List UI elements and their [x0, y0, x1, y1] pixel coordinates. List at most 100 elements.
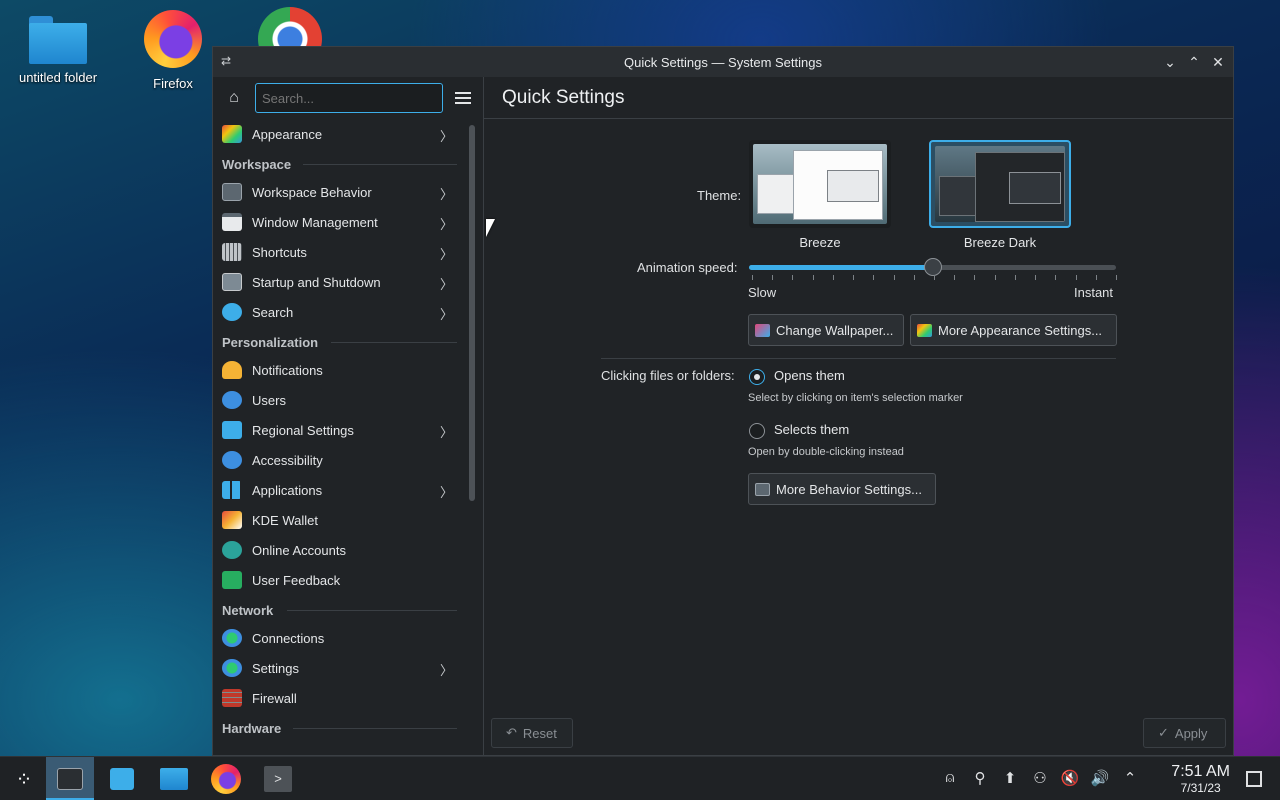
slider-tick: [1055, 275, 1057, 280]
more-appearance-settings-button[interactable]: More Appearance Settings...: [910, 314, 1117, 346]
animation-speed-slider[interactable]: [749, 258, 1116, 276]
volume-icon[interactable]: 🔊: [1090, 769, 1110, 787]
taskbar-discover[interactable]: [98, 757, 146, 800]
slider-tick: [792, 275, 794, 280]
sidebar-item-label: Users: [252, 392, 286, 408]
chevron-up-icon[interactable]: ⌃: [1120, 769, 1140, 787]
theme-breeze[interactable]: [749, 140, 891, 228]
system-settings-window: ⇄ Quick Settings — System Settings ⌄ ⌃ ✕…: [212, 46, 1234, 756]
workspace-behavior-icon: [755, 482, 770, 496]
slider-tick: [1095, 275, 1097, 280]
category-hardware: Hardware: [213, 713, 465, 741]
desktop-icon-label: Firefox: [153, 76, 193, 91]
taskbar-konsole[interactable]: >: [254, 757, 302, 800]
accounts-icon[interactable]: ⚇: [1030, 769, 1050, 787]
close-button[interactable]: ✕: [1209, 52, 1227, 72]
sidebar-item-search[interactable]: Search 〉: [213, 297, 465, 327]
chevron-right-icon: 〉: [439, 485, 453, 500]
slider-ticks: [752, 275, 1117, 281]
reset-button[interactable]: ↶ Reset: [491, 718, 573, 748]
sidebar-item-shortcuts[interactable]: Shortcuts 〉: [213, 237, 465, 267]
sidebar-item-label: Notifications: [252, 362, 323, 378]
sidebar-item-firewall[interactable]: Firewall: [213, 683, 465, 713]
mic-muted-icon[interactable]: 🔇: [1060, 769, 1080, 787]
slider-min-label: Slow: [748, 285, 777, 300]
chevron-right-icon: 〉: [439, 425, 453, 440]
button-label: More Appearance Settings...: [938, 322, 1103, 338]
sidebar-item-kde-wallet[interactable]: KDE Wallet: [213, 505, 465, 535]
window-management-icon: [222, 213, 242, 231]
globe-icon: [222, 629, 242, 647]
slider-tick: [954, 275, 956, 280]
chevron-right-icon: 〉: [439, 217, 453, 232]
taskbar-dolphin[interactable]: [150, 757, 198, 800]
taskbar-firefox[interactable]: [202, 757, 250, 800]
theme-label: Theme:: [697, 188, 742, 203]
chevron-right-icon: 〉: [439, 307, 453, 322]
folder-icon: [29, 14, 87, 64]
slider-tick: [812, 275, 814, 280]
show-desktop-button[interactable]: [1246, 771, 1262, 787]
clicking-files-label: Clicking files or folders:: [601, 368, 735, 383]
breeze-preview-image: [753, 144, 887, 224]
sidebar-item-workspace-behavior[interactable]: Workspace Behavior 〉: [213, 177, 465, 207]
opens-them-label[interactable]: Opens them: [774, 368, 845, 383]
sidebar-item-label: Search: [252, 304, 294, 320]
button-label: Apply: [1174, 725, 1208, 741]
system-tray: ⍝ ⚲ ⬆ ⚇ 🔇 🔊 ⌃: [940, 769, 1140, 787]
selects-them-description: Open by double-clicking instead: [748, 446, 904, 458]
sidebar-item-online-accounts[interactable]: Online Accounts: [213, 535, 465, 565]
application-launcher-button[interactable]: ⁘: [0, 757, 48, 800]
clock-date: 7/31/23: [1180, 781, 1221, 795]
sidebar-item-label: Online Accounts: [252, 542, 346, 558]
selects-them-radio[interactable]: [749, 423, 765, 439]
search-input[interactable]: [255, 83, 443, 113]
firefox-icon: [144, 10, 202, 68]
main-panel: Quick Settings Theme: Breeze Breeze Dark…: [484, 77, 1233, 755]
selects-them-label[interactable]: Selects them: [774, 422, 849, 437]
apply-button[interactable]: ✓ Apply: [1143, 718, 1226, 748]
connect-icon[interactable]: ⚲: [970, 769, 990, 787]
sidebar-item-regional-settings[interactable]: Regional Settings 〉: [213, 415, 465, 445]
sidebar-scrollbar[interactable]: [469, 125, 475, 501]
keyboard-icon: [222, 243, 242, 261]
folder-icon: [160, 768, 188, 790]
digital-clock[interactable]: 7:51 AM 7/31/23: [1171, 763, 1230, 795]
sidebar-item-accessibility[interactable]: Accessibility: [213, 445, 465, 475]
taskbar-system-settings[interactable]: [46, 757, 94, 800]
sidebar-item-connections[interactable]: Connections: [213, 623, 465, 653]
wallet-icon: [222, 511, 242, 529]
update-icon[interactable]: ⬆: [1000, 769, 1020, 787]
theme-breeze-dark-label: Breeze Dark: [963, 235, 1037, 250]
taskbar: ⁘ > ⍝ ⚲ ⬆ ⚇ 🔇 🔊 ⌃ 7:51 AM 7/31/23: [0, 756, 1280, 800]
chevron-right-icon: 〉: [439, 247, 453, 262]
sidebar-item-applications[interactable]: Applications 〉: [213, 475, 465, 505]
opens-them-radio[interactable]: [749, 369, 765, 385]
system-settings-icon: [57, 768, 83, 790]
terminal-icon: >: [264, 766, 292, 792]
sidebar-list: Appearance 〉 Workspace Workspace Behavio…: [213, 119, 465, 741]
sidebar-item-appearance[interactable]: Appearance 〉: [213, 119, 465, 149]
desktop-icon-untitled-folder[interactable]: untitled folder: [3, 14, 113, 85]
appearance-icon: [222, 125, 242, 143]
mouse-cursor: [486, 219, 495, 237]
sidebar: ⌂ Appearance 〉 Workspace Workspace Behav…: [213, 77, 484, 755]
change-wallpaper-button[interactable]: Change Wallpaper...: [748, 314, 904, 346]
sidebar-item-network-settings[interactable]: Settings 〉: [213, 653, 465, 683]
minimize-button[interactable]: ⌄: [1161, 52, 1179, 72]
sidebar-item-user-feedback[interactable]: User Feedback: [213, 565, 465, 595]
sidebar-item-notifications[interactable]: Notifications: [213, 355, 465, 385]
sidebar-item-startup-shutdown[interactable]: Startup and Shutdown 〉: [213, 267, 465, 297]
reset-icon: ↶: [506, 725, 517, 740]
sidebar-item-users[interactable]: Users: [213, 385, 465, 415]
title-bar[interactable]: ⇄ Quick Settings — System Settings ⌄ ⌃ ✕: [213, 47, 1233, 77]
more-behavior-settings-button[interactable]: More Behavior Settings...: [748, 473, 936, 505]
theme-breeze-dark[interactable]: [929, 140, 1071, 228]
home-icon[interactable]: ⌂: [223, 87, 245, 109]
maximize-button[interactable]: ⌃: [1185, 52, 1203, 72]
user-icon[interactable]: ⍝: [940, 769, 960, 787]
sidebar-item-window-management[interactable]: Window Management 〉: [213, 207, 465, 237]
hamburger-menu-icon[interactable]: [454, 89, 472, 107]
button-label: Reset: [522, 725, 557, 741]
slider-handle[interactable]: [923, 258, 942, 276]
